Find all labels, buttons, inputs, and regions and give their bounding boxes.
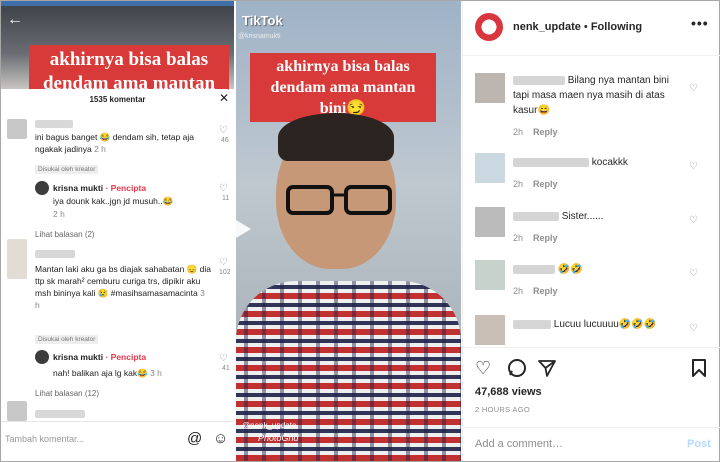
commenter-name-blurred[interactable] [513,75,565,85]
like-count: 102 [219,269,231,276]
reply-button[interactable]: Reply [533,286,558,296]
bookmark-icon[interactable] [691,358,707,383]
heart-icon: ♡ [219,257,228,268]
emoji-icon[interactable]: ☺ [213,430,228,447]
post-timestamp: 2 HOURS AGO [475,405,530,414]
comment-text: Bilang nya mantan bini tapi masa maen ny… [513,75,669,116]
avatar[interactable] [475,153,505,183]
reply-text: iya dounk kak..jgn jd musuh..😂 [53,196,174,206]
comment-text: kocakkk [513,155,683,170]
top-bar [1,1,234,6]
heart-icon[interactable]: ♡ [689,161,698,172]
comment-input-bar[interactable]: Tambah komentar... @ ☺ [1,421,234,461]
avatar[interactable] [475,260,505,290]
heart-icon: ♡ [219,183,228,194]
reply-username: krisna mukti · Pencipta [53,352,147,362]
post-media[interactable]: ← akhirnya bisa balas dendam ama mantan … [1,1,461,461]
reply-button[interactable]: Reply [533,127,558,137]
more-icon[interactable]: ••• [691,15,709,31]
comment-icon[interactable] [507,358,527,383]
heart-icon[interactable]: ♡ [689,268,698,279]
person-hair [278,113,394,161]
tiktok-video-screenshot: TikTok @krisnamukti akhirnya bisa balas … [236,1,461,461]
creator-liked-badge: Disukai oleh kreator [35,165,99,174]
comment-meta: 2h Reply [513,233,558,243]
comment-text: ini bagus banget 😂 dendam sih, tetap aja… [35,132,194,154]
commenter-name-blurred[interactable] [513,157,589,167]
view-replies-link[interactable]: Lihat balasan (12) [35,389,99,398]
reply-username: krisna mukti · Pencipta [53,183,147,193]
photogrid-logo: PhotoGrid [258,433,299,443]
heart-icon[interactable]: ♡ [689,215,698,226]
heart-icon: ♡ [219,125,228,136]
avatar[interactable] [475,315,505,345]
view-replies-link[interactable]: Lihat balasan (2) [35,230,95,239]
tiktok-handle: @krisnamukti [238,33,281,40]
glasses-icon [286,185,392,215]
comment-meta: 2h Reply [513,286,558,296]
comment-text: 🤣🤣 [513,262,683,277]
avatar [35,181,49,195]
comment-username-blurred [35,249,75,261]
add-comment-input[interactable]: Add a comment… [475,438,563,450]
reply-button[interactable]: Reply [533,233,558,243]
post-sidebar: nenk_update • Following ••• Bilang nya m… [462,1,720,461]
post-actions: ♡ 47,688 views 2 HOURS AGO [463,347,720,427]
heart-icon[interactable]: ♡ [689,323,698,334]
avatar [7,119,27,139]
comments-list: Bilang nya mantan bini tapi masa maen ny… [463,57,720,347]
commenter-name-blurred[interactable] [513,211,559,221]
avatar[interactable] [475,73,505,103]
post-author: nenk_update • Following [513,21,642,33]
views-count[interactable]: 47,688 views [475,386,542,398]
close-icon: ✕ [219,91,230,105]
post-button[interactable]: Post [687,438,711,450]
play-icon[interactable] [211,205,251,253]
avatar[interactable] [475,207,505,237]
tiktok-logo: TikTok [242,13,283,28]
add-comment-bar: Add a comment… Post [463,427,720,461]
post-header: nenk_update • Following ••• [463,1,720,56]
like-icon[interactable]: ♡ [475,358,491,379]
back-arrow-icon: ← [7,11,23,28]
commenter-name-blurred[interactable] [513,319,551,329]
reply-button[interactable]: Reply [533,179,558,189]
comment-text: Mantan laki aku ga bs diajak sahabatan 😞… [35,264,211,310]
avatar [7,239,27,279]
tiktok-comments-screenshot: ← akhirnya bisa balas dendam ama mantan … [1,1,234,461]
following-button[interactable]: Following [591,21,642,33]
comment-meta: 2h Reply [513,127,558,137]
commenter-name-blurred[interactable] [513,264,555,274]
comment-text: Lucuu lucuuuu🤣🤣🤣 [513,317,683,332]
reply-text: nah! balikan aja lg kak😂 3 h [53,368,162,378]
share-icon[interactable] [537,358,557,383]
separator: • [580,21,591,33]
creator-liked-badge: Disukai oleh kreator [35,335,99,344]
comment-text: Sister...... [513,209,683,224]
avatar [7,401,27,421]
watermark: @nenk_update [242,421,297,430]
reply-time: 2 h [53,209,65,219]
video-caption: akhirnya bisa balas dendam ama mantan bi… [250,53,436,122]
comment-username-blurred [35,119,73,131]
comments-sheet: 1535 komentar ✕ ini bagus banget 😂 denda… [1,89,234,461]
avatar [35,350,49,364]
avatar[interactable] [475,13,503,41]
comments-count: 1535 komentar [89,95,146,104]
mention-icon[interactable]: @ [187,430,202,447]
comment-input[interactable]: Tambah komentar... [5,434,84,444]
comment-username-blurred [35,409,85,421]
heart-icon: ♡ [219,353,228,364]
like-count: 41 [222,365,230,372]
like-count: 46 [221,137,229,144]
username-link[interactable]: nenk_update [513,21,581,33]
comment-meta: 2h Reply [513,179,558,189]
like-count: 11 [222,195,230,202]
heart-icon[interactable]: ♡ [689,83,698,94]
